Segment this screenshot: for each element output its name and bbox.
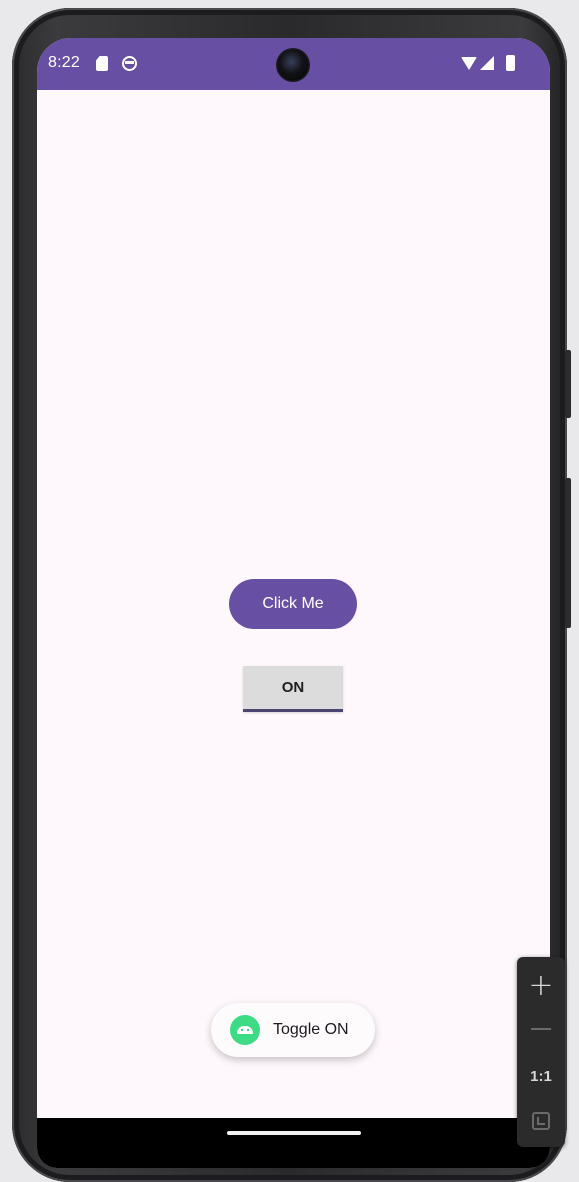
toast: Toggle ON — [211, 1003, 375, 1057]
battery-icon — [506, 55, 515, 71]
zoom-out-button[interactable] — [517, 1009, 565, 1049]
android-icon — [230, 1015, 260, 1045]
fit-screen-button[interactable] — [517, 1101, 565, 1141]
sync-icon — [122, 56, 137, 71]
signal-icon — [480, 56, 494, 70]
wifi-icon — [461, 57, 477, 70]
zoom-out-icon — [531, 1028, 551, 1030]
status-bar: 8:22 — [37, 38, 550, 90]
actual-size-button[interactable]: 1:1 — [517, 1056, 565, 1096]
sd-card-icon — [96, 56, 108, 71]
device-screen: 8:22 Click Me ON Toggle ON — [37, 38, 550, 1168]
status-time: 8:22 — [48, 54, 80, 71]
toast-message: Toggle ON — [273, 1021, 349, 1038]
camera-icon — [277, 49, 309, 81]
home-gesture-handle[interactable] — [227, 1131, 361, 1135]
emulator-zoom-panel: + 1:1 — [517, 957, 565, 1147]
volume-button[interactable] — [565, 478, 571, 628]
fit-screen-icon — [532, 1112, 550, 1130]
zoom-in-icon: + — [528, 967, 554, 1003]
navigation-bar — [37, 1118, 550, 1168]
zoom-in-button[interactable]: + — [517, 965, 565, 1005]
toggle-button[interactable]: ON — [243, 666, 343, 712]
power-button[interactable] — [565, 350, 571, 418]
click-me-button[interactable]: Click Me — [229, 579, 357, 629]
